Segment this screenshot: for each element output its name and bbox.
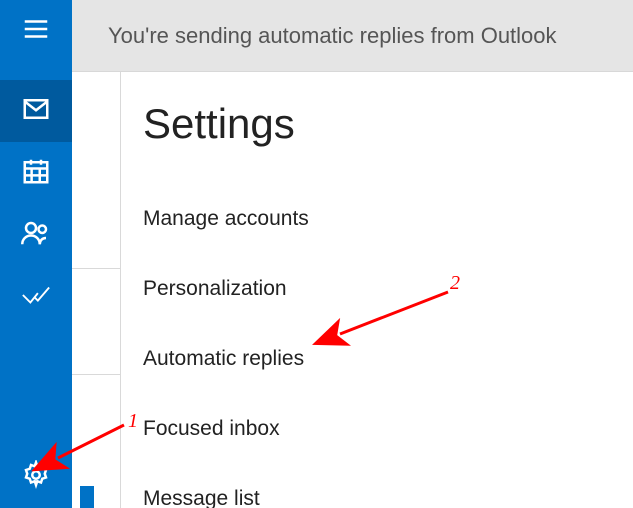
hamburger-icon bbox=[21, 14, 51, 49]
mid-column bbox=[72, 72, 120, 508]
nav-calendar[interactable] bbox=[0, 142, 72, 204]
nav-settings[interactable] bbox=[0, 446, 72, 508]
mail-icon bbox=[21, 94, 51, 129]
settings-title: Settings bbox=[143, 100, 633, 148]
hamburger-button[interactable] bbox=[0, 0, 72, 62]
todo-icon bbox=[21, 280, 51, 315]
people-icon bbox=[21, 218, 51, 253]
settings-item-automatic-replies[interactable]: Automatic replies bbox=[143, 324, 633, 394]
settings-item-manage-accounts[interactable]: Manage accounts bbox=[143, 184, 633, 254]
calendar-icon bbox=[21, 156, 51, 191]
settings-item-personalization[interactable]: Personalization bbox=[143, 254, 633, 324]
notification-bar: You're sending automatic replies from Ou… bbox=[72, 0, 633, 72]
nav-rail bbox=[0, 0, 72, 508]
notification-text: You're sending automatic replies from Ou… bbox=[108, 23, 557, 49]
settings-icon bbox=[21, 460, 51, 495]
settings-panel: Settings Manage accounts Personalization… bbox=[120, 72, 633, 508]
settings-item-message-list[interactable]: Message list bbox=[143, 464, 633, 508]
nav-todo[interactable] bbox=[0, 266, 72, 328]
nav-mail[interactable] bbox=[0, 80, 72, 142]
nav-people[interactable] bbox=[0, 204, 72, 266]
settings-item-focused-inbox[interactable]: Focused inbox bbox=[143, 394, 633, 464]
